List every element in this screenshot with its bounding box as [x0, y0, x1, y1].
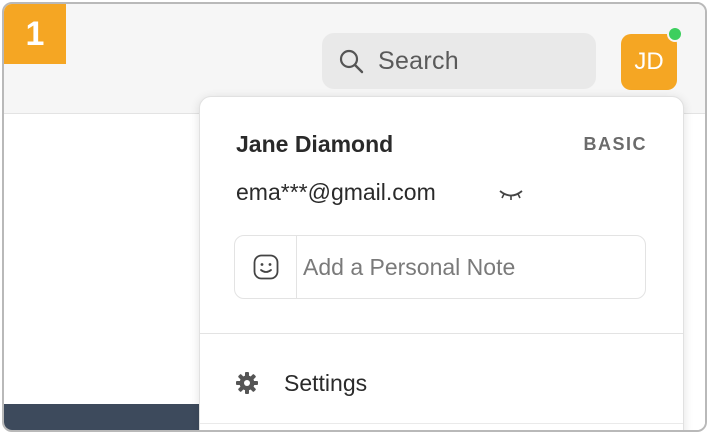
avatar[interactable]: JD [621, 34, 677, 90]
smiley-icon [253, 254, 278, 280]
menu-item-settings[interactable]: Settings [200, 353, 683, 413]
presence-status-dot [667, 26, 683, 42]
user-email: ema***@gmail.com [236, 179, 436, 205]
user-name: Jane Diamond [236, 131, 394, 157]
background-strip [4, 404, 199, 430]
menu-item-label: Settings [284, 369, 368, 396]
emoji-picker-button[interactable] [235, 236, 297, 298]
gear-icon [236, 372, 258, 394]
plan-badge: BASIC [583, 134, 647, 154]
search-icon [339, 49, 364, 74]
menu-divider [200, 423, 683, 424]
search-label: Search [378, 46, 460, 75]
personal-note-placeholder: Add a Personal Note [303, 253, 516, 280]
profile-dropdown: Jane Diamond BASIC ema***@gmail.com Add … [199, 96, 684, 430]
step-number-badge: 1 [4, 4, 66, 64]
personal-note-field[interactable]: Add a Personal Note [234, 235, 646, 299]
menu-divider [200, 333, 683, 334]
search-button[interactable]: Search [322, 33, 596, 89]
app-window: 1 Search JD Jane Diamond BASIC ema***@gm… [2, 2, 707, 432]
eye-closed-icon[interactable] [496, 183, 526, 203]
